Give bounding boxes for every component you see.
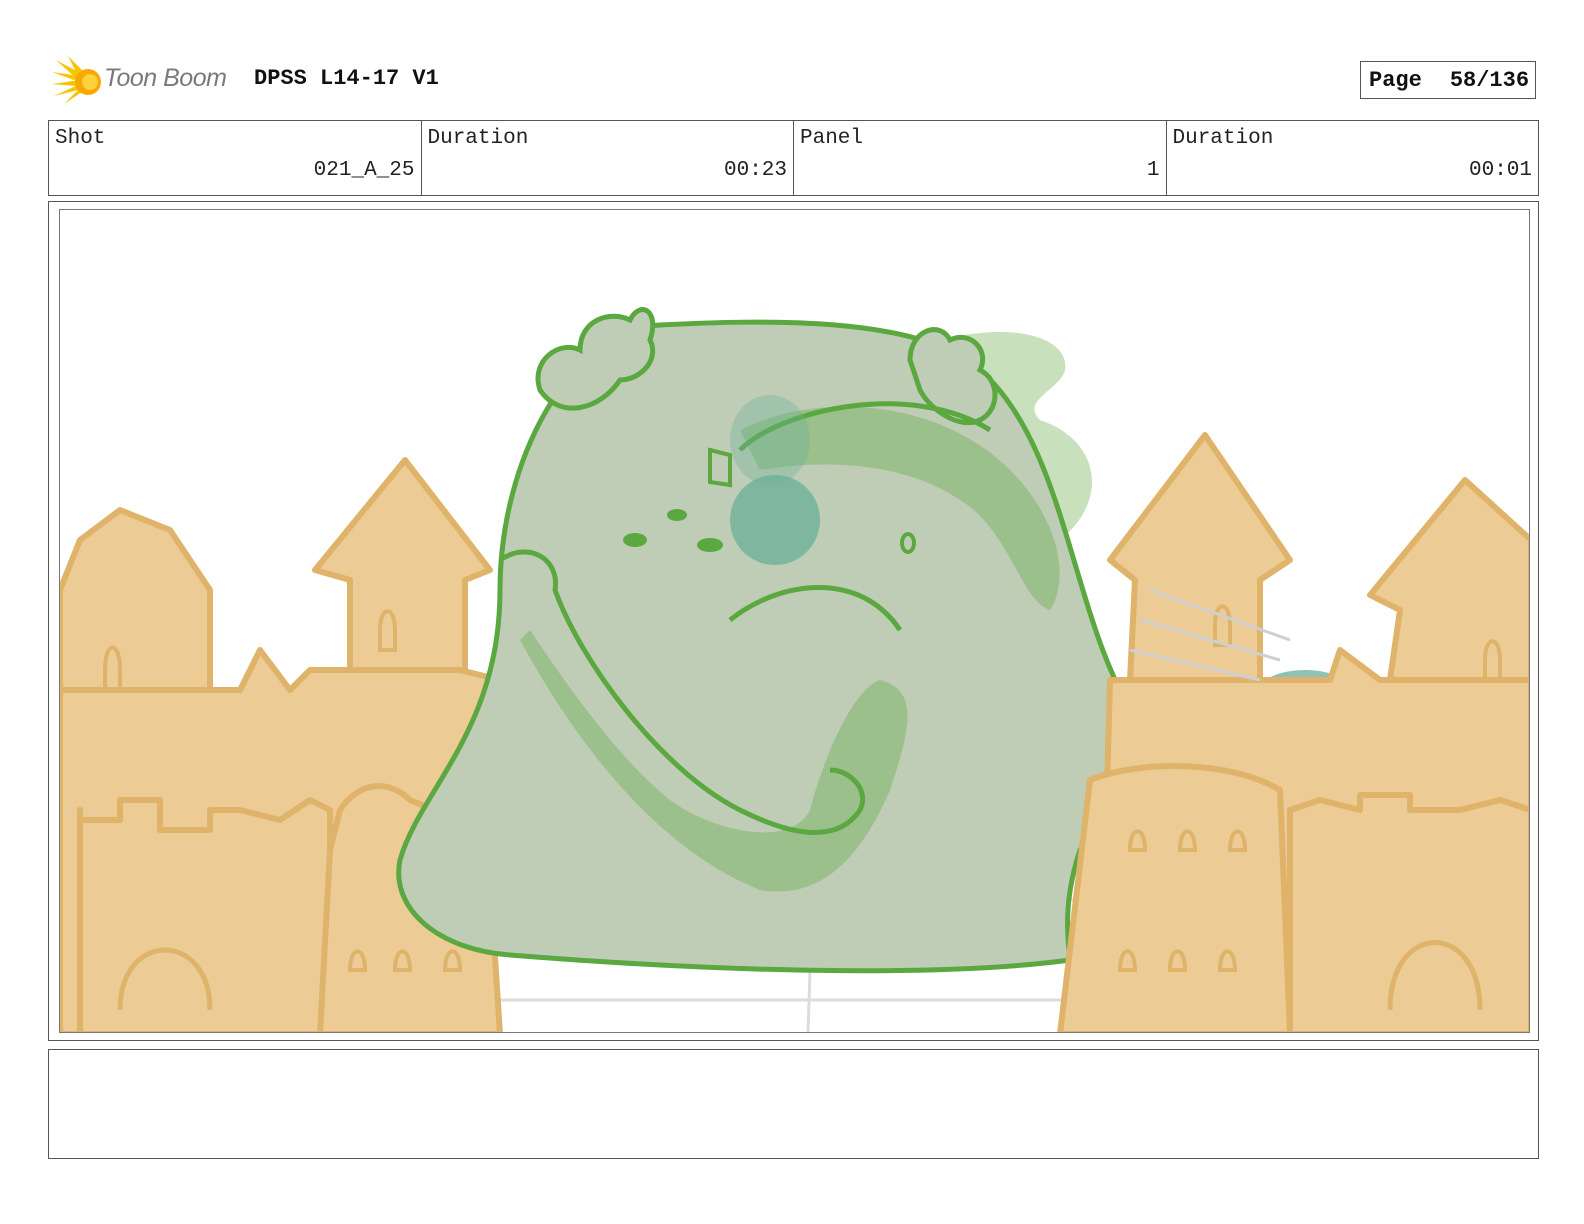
storyboard-drawing [59,209,1530,1033]
teal-smudge-top [730,395,810,485]
shot-info-row: Shot 021_A_25 Duration 00:23 Panel 1 Dur… [48,120,1539,196]
panel-duration-value: 00:01 [1468,159,1532,182]
page-indicator: Page 58/136 [1360,61,1536,99]
page-label: Page [1369,67,1422,93]
logo-wordmark: Toon Boom [104,64,227,92]
panel-value: 1 [1146,159,1160,182]
teal-smudge-face [730,475,820,565]
blob-eye-dot-1 [623,533,647,547]
starburst-icon [52,56,101,104]
blob-eye-dot-2 [667,509,687,521]
page-number: 58/136 [1449,67,1530,93]
sketch-illustration [60,307,1529,1032]
panel-label: Panel [800,127,864,150]
left-castle-tower-1 [60,507,213,693]
left-castle-front [77,797,333,1032]
shot-duration-label: Duration [427,127,529,150]
panel-notes-box[interactable] [48,1049,1539,1159]
shot-value: 021_A_25 [313,159,415,182]
panel-duration-cell: Duration 00:01 [1167,121,1539,195]
panel-duration-label: Duration [1172,127,1274,150]
document-title: DPSS L14-17 V1 [254,66,439,91]
shot-duration-value: 00:23 [723,159,787,182]
right-castle-tower-1 [1107,432,1293,683]
right-castle-tower-2 [1367,477,1529,683]
blob-eye-dot-3 [697,538,723,552]
right-castle-bucket [1057,763,1293,1032]
shot-cell: Shot 021_A_25 [49,121,422,195]
shot-label: Shot [55,127,106,150]
left-castle-tower-2 [312,457,493,673]
panel-cell: Panel 1 [794,121,1167,195]
toon-boom-logo: Toon Boom [50,54,240,108]
shot-duration-cell: Duration 00:23 [422,121,794,195]
right-castle-front [1287,792,1529,1032]
